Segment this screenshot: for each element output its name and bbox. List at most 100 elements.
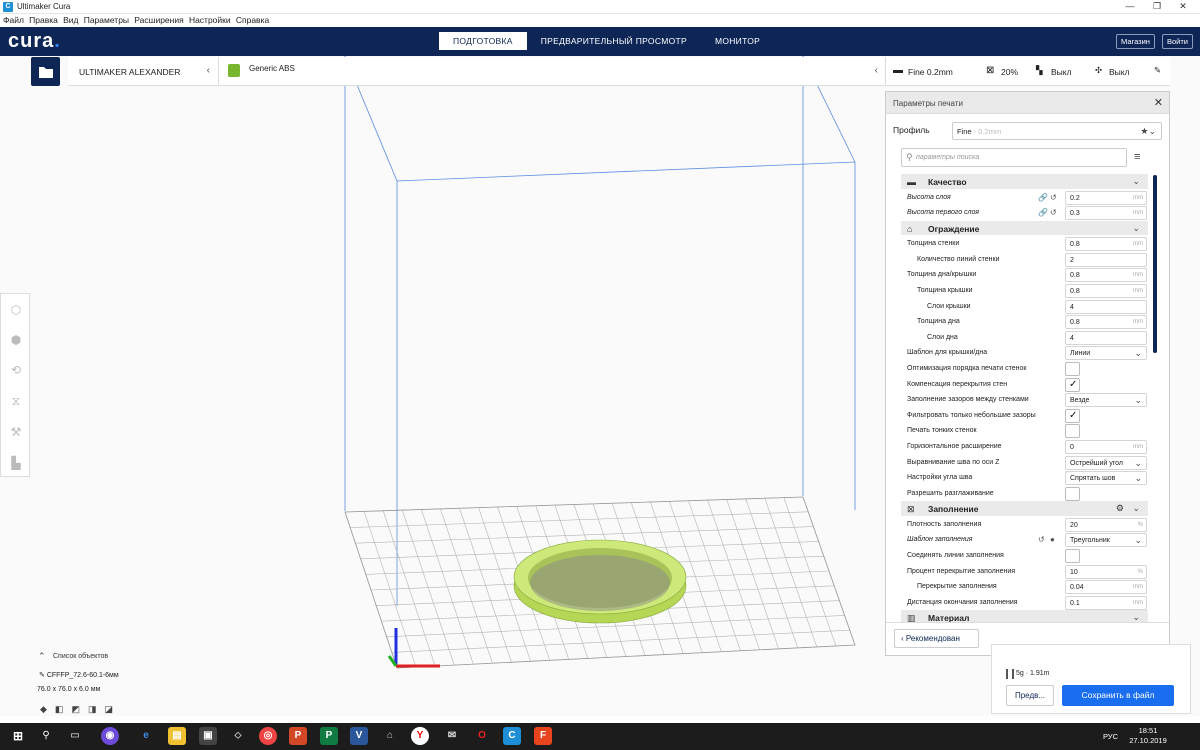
object-item[interactable]: ✎ CFFFP_72.6-60.1-6мм (39, 671, 119, 679)
setting-checkbox[interactable] (1065, 424, 1080, 439)
yandex-icon[interactable]: Y (411, 727, 429, 745)
setting-input[interactable]: 0.04 mm (1065, 580, 1147, 595)
close-icon[interactable]: ✕ (1154, 96, 1163, 109)
setting-row: Количество линий стенки 2 (901, 252, 1148, 268)
setting-select[interactable]: Везде ⌄ (1065, 393, 1147, 408)
category-quality[interactable]: ▬ Качество ⌄ (901, 174, 1148, 190)
printer-selector[interactable]: ULTIMAKER ALEXANDER ‹ (68, 57, 218, 86)
setting-input[interactable]: 0.3 mm (1065, 206, 1147, 221)
setting-value: 0.8 (1070, 287, 1080, 295)
start-icon[interactable]: ⊞ (9, 727, 27, 745)
publisher-icon[interactable]: P (320, 727, 338, 745)
save-to-file-button[interactable]: Сохранить в файл (1062, 685, 1174, 706)
setting-checkbox[interactable]: ✓ (1065, 408, 1080, 423)
alice-icon[interactable]: ◉ (101, 727, 119, 745)
setting-input[interactable]: 0.8 mm (1065, 283, 1147, 298)
per-model-settings-icon[interactable]: ⚒ (7, 423, 25, 441)
menu-help[interactable]: Справка (236, 15, 269, 25)
setting-input[interactable]: 0.8 mm (1065, 268, 1147, 283)
setting-input[interactable]: 10% (1065, 564, 1147, 579)
category-infill[interactable]: ⊠ Заполнение ⚙ ⌄ (901, 501, 1148, 517)
reset-icon[interactable]: ↺ (1050, 208, 1057, 217)
setting-input[interactable]: 20% (1065, 517, 1147, 532)
visio-icon[interactable]: V (350, 727, 368, 745)
top-view-icon[interactable]: ◩ (71, 704, 80, 715)
setting-input[interactable]: 0 mm (1065, 439, 1147, 454)
setting-input[interactable]: 4 (1065, 330, 1147, 345)
setting-select[interactable]: Треугольник ⌄ (1065, 533, 1147, 548)
menu-icon[interactable]: ≡ (1134, 151, 1140, 163)
info-icon[interactable]: ● (1050, 535, 1055, 544)
clock[interactable]: 18:51 27.10.2019 (1125, 726, 1171, 746)
material-selector[interactable]: Generic ABS ‹ (218, 57, 884, 86)
model-ring[interactable] (513, 539, 687, 624)
setting-input[interactable]: 4 (1065, 299, 1147, 314)
link-icon[interactable]: 🔗 (1038, 208, 1048, 217)
opera-icon[interactable]: O (473, 727, 491, 745)
print-settings-summary[interactable]: ▬ Fine 0.2mm ⊠ 20% ▚ Выкл ✣ Выкл ✎ (885, 57, 1170, 86)
store-icon[interactable]: ▣ (199, 727, 217, 745)
app-icon[interactable]: F (534, 727, 552, 745)
gear-icon[interactable]: ⚙ (1116, 503, 1124, 514)
preview-button[interactable]: Предв... (1006, 685, 1054, 706)
settings-scrollbar[interactable] (1153, 175, 1157, 353)
marketplace-button[interactable]: Магазин (1116, 34, 1155, 49)
reset-icon[interactable]: ↺ (1038, 535, 1045, 544)
menu-preferences[interactable]: Настройки (189, 15, 231, 25)
profile-select[interactable]: Fine - 0.2mm ★⌄ (952, 122, 1162, 140)
right-view-icon[interactable]: ◪ (104, 704, 113, 715)
setting-input[interactable]: 0.8 mm (1065, 315, 1147, 330)
reset-icon[interactable]: ↺ (1050, 193, 1057, 202)
powerpoint-icon[interactable]: P (289, 727, 307, 745)
edge-icon[interactable]: e (137, 727, 155, 745)
front-view-icon[interactable]: ◧ (55, 704, 64, 715)
setting-checkbox[interactable] (1065, 548, 1080, 563)
app-icon[interactable]: ⌂ (381, 727, 399, 745)
chrome-icon[interactable]: ◎ (259, 727, 277, 745)
rotate-tool-icon[interactable]: ⟲ (7, 361, 25, 379)
signin-button[interactable]: Войти (1162, 34, 1193, 49)
setting-select[interactable]: Спрятать шов ⌄ (1065, 471, 1147, 486)
support-blocker-icon[interactable]: ▙ (7, 454, 25, 472)
setting-select[interactable]: Острейший угол ⌄ (1065, 455, 1147, 470)
category-material[interactable]: ▥ Материал ⌄ (901, 610, 1148, 622)
app-icon[interactable]: ⬦ (229, 727, 247, 745)
menu-settings[interactable]: Параметры (84, 15, 129, 25)
cura-taskbar-icon[interactable]: C (503, 727, 521, 745)
menu-file[interactable]: Файл (3, 15, 24, 25)
setting-input[interactable]: 0.8 mm (1065, 237, 1147, 252)
menu-view[interactable]: Вид (63, 15, 78, 25)
move-tool-icon[interactable]: ⬡ (7, 301, 25, 319)
menu-edit[interactable]: Правка (29, 15, 58, 25)
task-view-icon[interactable]: ▭ (66, 727, 84, 745)
category-shell[interactable]: ⌂ Ограждение ⌄ (901, 220, 1148, 237)
tab-preview[interactable]: ПРЕДВАРИТЕЛЬНЫЙ ПРОСМОТР (527, 32, 701, 50)
setting-checkbox[interactable] (1065, 486, 1080, 501)
tab-prepare[interactable]: ПОДГОТОВКА (439, 32, 527, 50)
mirror-tool-icon[interactable]: ⧖ (7, 392, 25, 410)
open-file-button[interactable] (31, 57, 60, 86)
setting-input[interactable]: 2 (1065, 252, 1147, 267)
explorer-icon[interactable]: ▤ (168, 727, 186, 745)
setting-label: Слои крышки (927, 302, 971, 310)
settings-search-input[interactable]: ⚲ параметры поиска (901, 148, 1127, 167)
scale-tool-icon[interactable]: ⬢ (7, 331, 25, 349)
setting-input[interactable]: 0.2 mm (1065, 190, 1147, 205)
menu-extensions[interactable]: Расширения (134, 15, 183, 25)
recommended-button[interactable]: ‹ Рекомендован (894, 629, 979, 648)
search-icon[interactable]: ⚲ (37, 727, 55, 745)
setting-input[interactable]: 0.1 mm (1065, 595, 1147, 610)
tab-monitor[interactable]: МОНИТОР (701, 32, 774, 50)
setting-label: Перекрытие заполнения (917, 583, 997, 591)
setting-select[interactable]: Линии ⌄ (1065, 346, 1147, 361)
3d-view-icon[interactable]: ◆ (40, 704, 47, 715)
setting-value: 20 (1070, 521, 1078, 529)
left-view-icon[interactable]: ◨ (88, 704, 97, 715)
setting-checkbox[interactable]: ✓ (1065, 377, 1080, 392)
mail-icon[interactable]: ✉ (443, 727, 461, 745)
checkmark-icon: ✓ (1069, 409, 1078, 421)
language-indicator[interactable]: РУС (1103, 732, 1118, 741)
close-window-button[interactable]: ✕ (1166, 0, 1200, 14)
setting-checkbox[interactable] (1065, 361, 1080, 376)
link-icon[interactable]: 🔗 (1038, 193, 1048, 202)
